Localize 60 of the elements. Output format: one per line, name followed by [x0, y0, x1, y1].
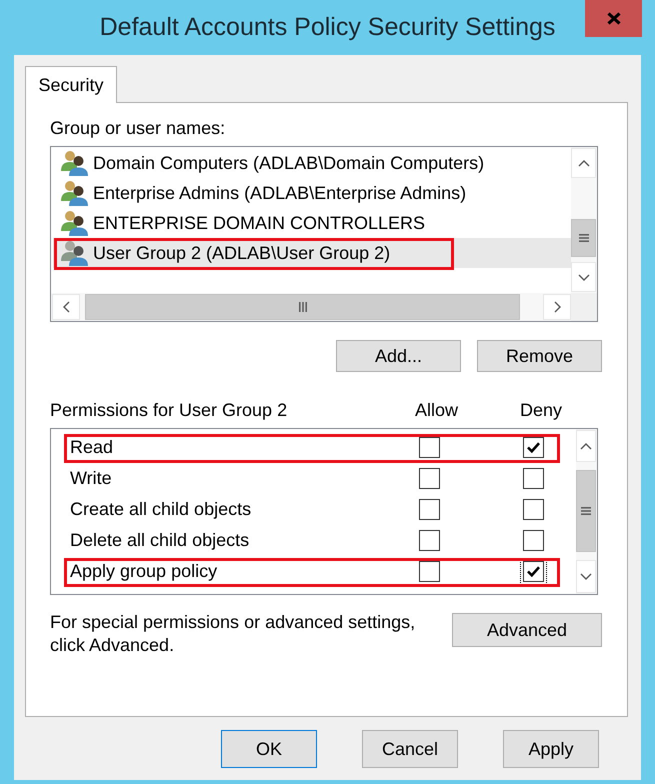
users-icon: [60, 180, 88, 206]
chevron-up-icon: [580, 442, 592, 450]
checkbox[interactable]: [520, 465, 547, 492]
scrollbar[interactable]: [51, 293, 571, 321]
permission-name: Create all child objects: [69, 498, 252, 521]
scrollbar-thumb[interactable]: [576, 470, 596, 552]
list-box[interactable]: Domain Computers (ADLAB\Domain Computers) Enterprise Admins (ADLAB\Enterprise Admins) ENTERPRISE DOMAIN CONTROLLERS User Group 2 (ADLAB\User Group 2): [50, 146, 598, 322]
scroll-down-button[interactable]: [576, 560, 596, 593]
chevron-down-icon: [580, 573, 592, 580]
dialog-button[interactable]: OK: [221, 730, 317, 768]
list-item[interactable]: ENTERPRISE DOMAIN CONTROLLERS: [53, 208, 571, 238]
add-button[interactable]: Add...: [336, 340, 461, 372]
users-icon: [60, 150, 88, 176]
checkbox[interactable]: [416, 527, 443, 554]
permission-name: Delete all child objects: [69, 529, 250, 552]
checkbox[interactable]: [416, 465, 443, 492]
checkbox[interactable]: [520, 558, 547, 585]
permission-name: Read: [69, 436, 114, 459]
grip-icon: [298, 302, 306, 312]
chevron-left-icon: [62, 301, 70, 313]
dialog-button[interactable]: Cancel: [362, 730, 458, 768]
list-box[interactable]: Read Write Create all child objects Delete all child objects Apply group policy: [50, 428, 598, 595]
scroll-up-button[interactable]: [576, 430, 596, 462]
window-title: Default Accounts Policy Security Settings: [100, 12, 556, 43]
close-icon: [606, 12, 620, 25]
advanced-hint: For special permissions or advanced settings, click Advanced.: [50, 611, 416, 657]
permissions-label: Permissions for User Group 2: [50, 399, 288, 421]
checkbox[interactable]: [416, 434, 443, 461]
checkbox[interactable]: [520, 496, 547, 523]
scrollbar-thumb[interactable]: [85, 294, 520, 320]
permission-name: Write: [69, 467, 113, 490]
scrollbar-corner: [571, 293, 597, 321]
column-header: Deny: [520, 399, 562, 421]
checkbox[interactable]: [520, 434, 547, 461]
checkbox[interactable]: [520, 527, 547, 554]
check-icon: [527, 566, 540, 577]
scrollbar[interactable]: [571, 147, 597, 293]
scrollbar-thumb[interactable]: [571, 219, 596, 257]
field-label: Group or user names:: [50, 117, 226, 139]
column-header: Allow: [415, 399, 460, 421]
remove-button[interactable]: Remove: [477, 340, 602, 372]
list-item[interactable]: Domain Computers (ADLAB\Domain Computers): [53, 148, 571, 178]
chevron-down-icon: [578, 274, 590, 280]
list-item[interactable]: Enterprise Admins (ADLAB\Enterprise Admins): [53, 178, 571, 208]
checkbox[interactable]: [416, 558, 443, 585]
permission-name: Apply group policy: [69, 560, 218, 583]
users-icon: [60, 240, 88, 266]
grip-icon: [581, 507, 591, 515]
chevron-right-icon: [554, 301, 560, 313]
close-button[interactable]: [585, 0, 642, 37]
tab[interactable]: Security: [25, 66, 117, 103]
grip-icon: [578, 234, 588, 242]
checkbox[interactable]: [416, 496, 443, 523]
check-icon: [527, 442, 540, 453]
dialog-button[interactable]: Apply: [503, 730, 599, 768]
list-item[interactable]: User Group 2 (ADLAB\User Group 2): [53, 238, 571, 268]
users-icon: [60, 210, 88, 236]
advanced-button[interactable]: Advanced: [452, 613, 602, 647]
chevron-up-icon: [578, 160, 590, 166]
scrollbar[interactable]: [576, 429, 597, 594]
